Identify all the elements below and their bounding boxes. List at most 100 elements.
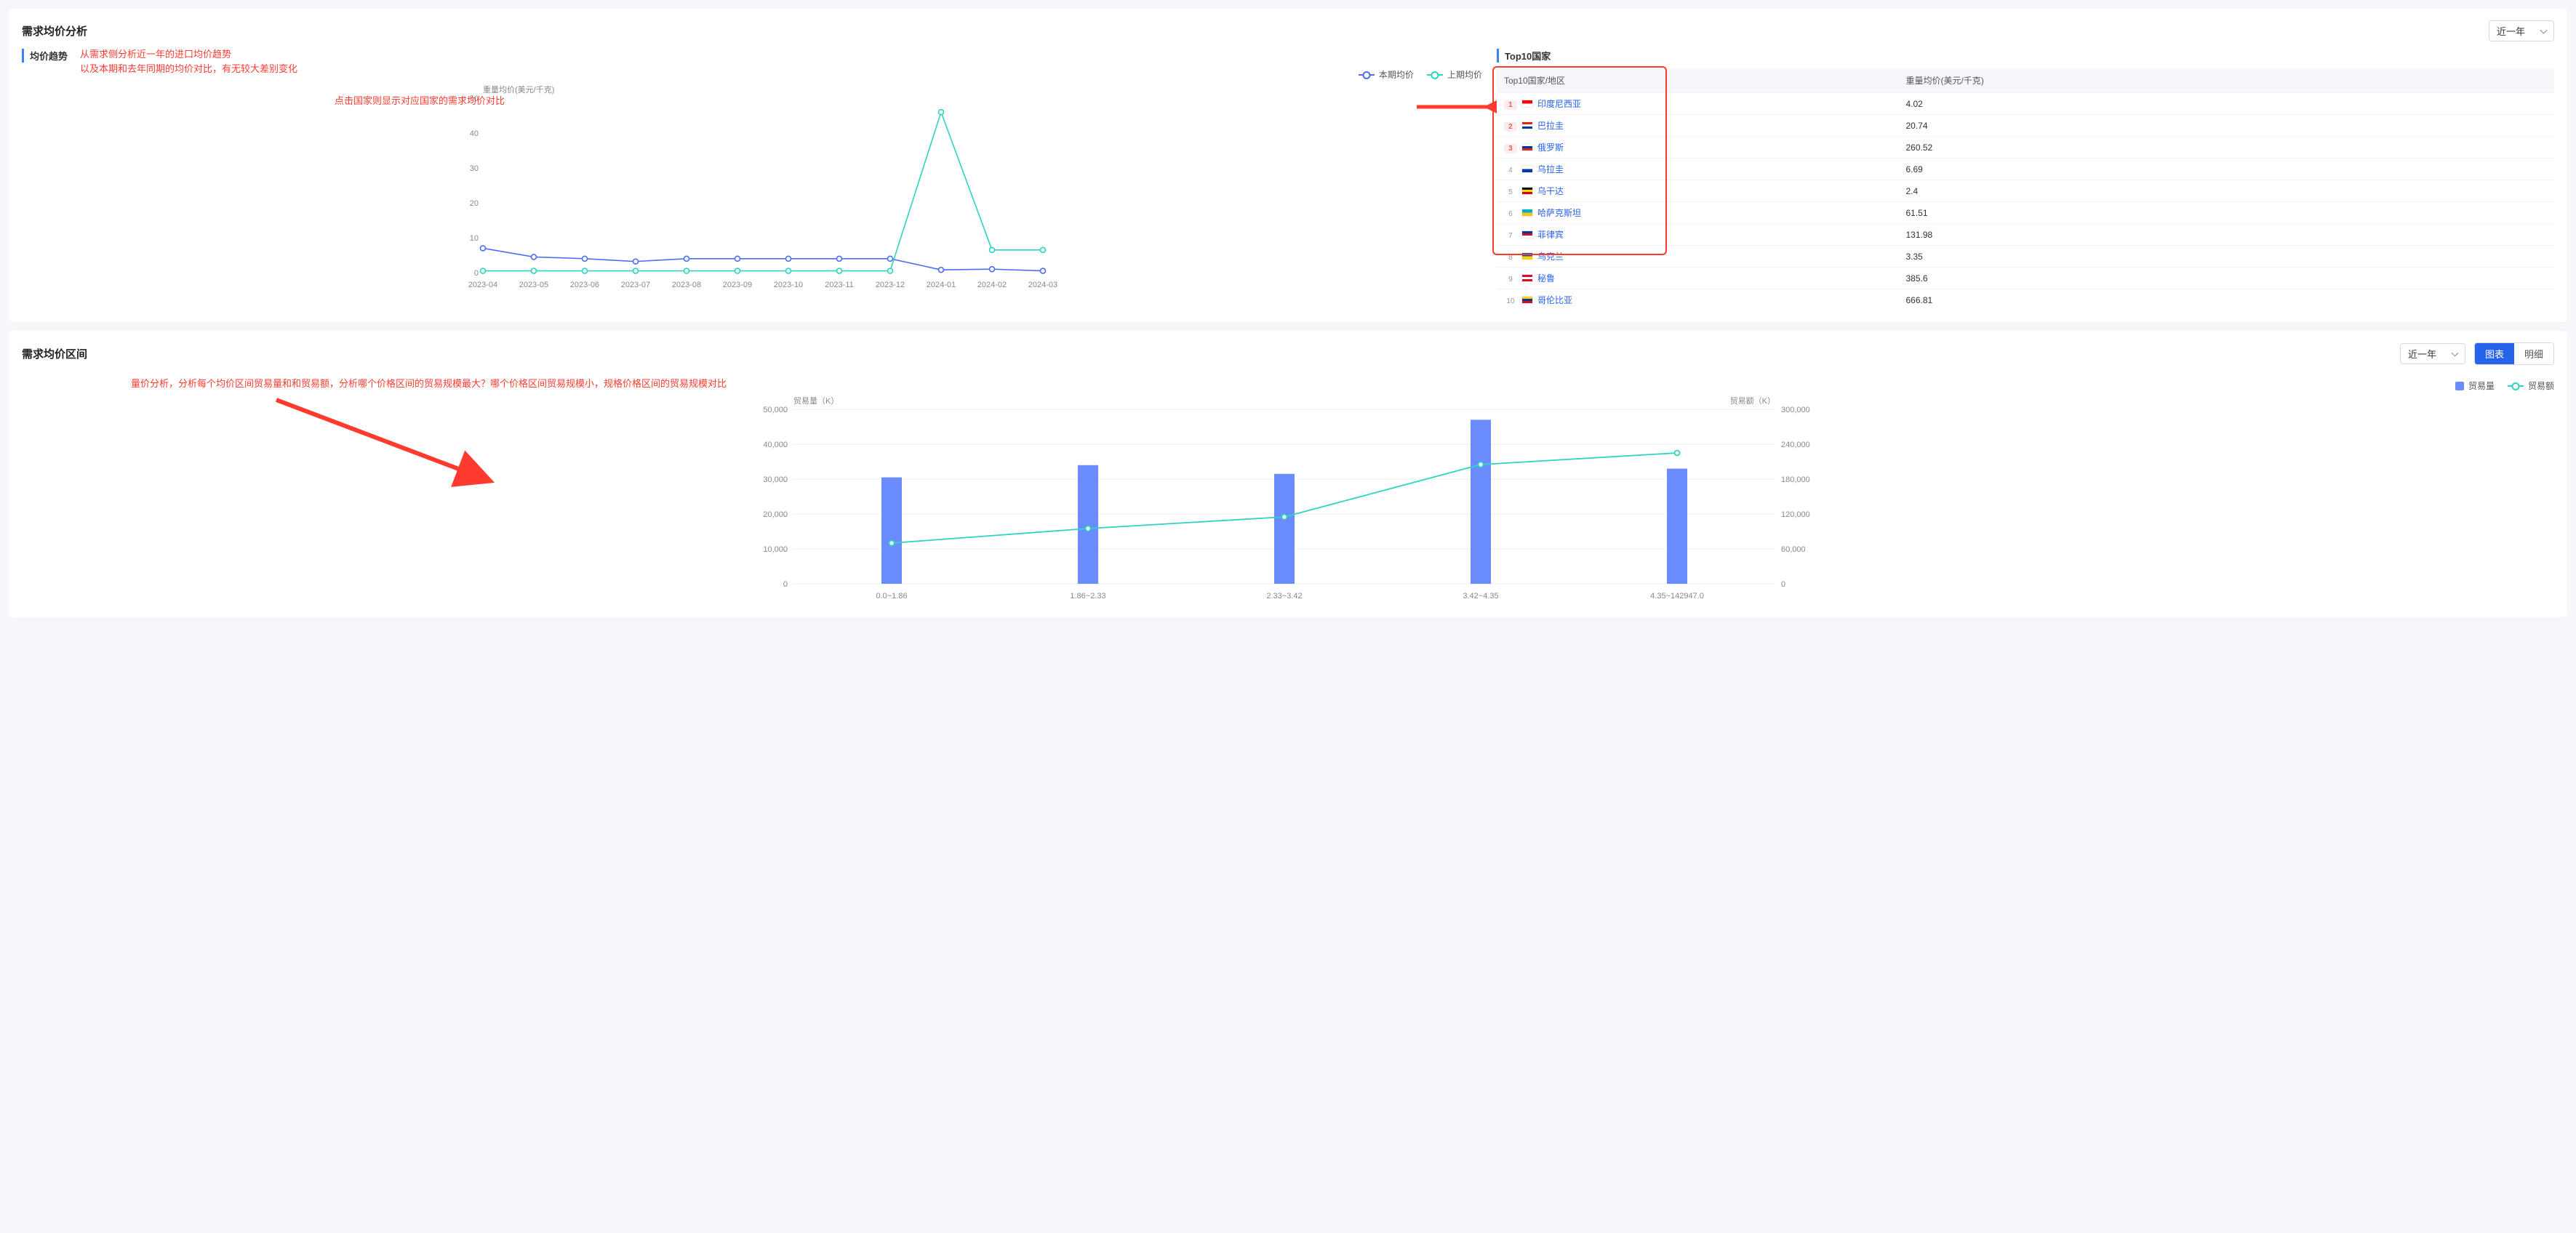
svg-text:2023-12: 2023-12 xyxy=(876,281,905,289)
btn-chart-view[interactable]: 图表 xyxy=(2475,343,2514,364)
svg-text:贸易量（K）: 贸易量（K） xyxy=(793,396,839,406)
rank-badge: 4 xyxy=(1504,166,1517,174)
table-row: 9秘鲁385.6 xyxy=(1497,268,2554,289)
rank-badge: 3 xyxy=(1504,144,1517,153)
top10-table-container: Top10国家 Top10国家/地区 重量均价(美元/千克) 1印度尼西亚4.0… xyxy=(1497,49,2554,310)
svg-text:20: 20 xyxy=(470,199,479,208)
svg-text:3.42~4.35: 3.42~4.35 xyxy=(1463,592,1498,601)
top10-table: Top10国家/地区 重量均价(美元/千克) 1印度尼西亚4.022巴拉圭20.… xyxy=(1497,68,2554,310)
svg-text:2023-05: 2023-05 xyxy=(519,281,548,289)
legend-prev[interactable]: 上期均价 xyxy=(1427,68,1482,81)
svg-text:20,000: 20,000 xyxy=(763,510,788,519)
svg-text:4.35~142947.0: 4.35~142947.0 xyxy=(1650,592,1704,601)
rank-badge: 9 xyxy=(1504,276,1517,284)
svg-text:30,000: 30,000 xyxy=(763,475,788,484)
country-cell[interactable]: 10哥伦比亚 xyxy=(1497,289,1899,311)
flag-icon xyxy=(1521,296,1533,304)
country-cell[interactable]: 3俄罗斯 xyxy=(1497,137,1899,158)
country-cell[interactable]: 7菲律宾 xyxy=(1497,224,1899,246)
price-cell: 666.81 xyxy=(1898,289,2554,311)
rank-badge: 7 xyxy=(1504,232,1517,240)
th-price: 重量均价(美元/千克) xyxy=(1898,68,2554,93)
svg-text:2023-09: 2023-09 xyxy=(723,281,752,289)
svg-text:2023-10: 2023-10 xyxy=(774,281,803,289)
price-cell: 6.69 xyxy=(1898,158,2554,180)
flag-icon xyxy=(1521,274,1533,282)
rank-badge: 5 xyxy=(1504,188,1517,196)
table-row: 7菲律宾131.98 xyxy=(1497,224,2554,246)
th-country: Top10国家/地区 xyxy=(1497,68,1899,93)
svg-text:重量均价(美元/千克): 重量均价(美元/千克) xyxy=(483,84,554,95)
svg-text:0.0~1.86: 0.0~1.86 xyxy=(876,592,907,601)
svg-text:40,000: 40,000 xyxy=(763,441,788,449)
svg-text:30: 30 xyxy=(470,164,479,173)
legend-range: 贸易量 贸易额 xyxy=(22,379,2554,392)
price-cell: 260.52 xyxy=(1898,137,2554,158)
table-row: 10哥伦比亚666.81 xyxy=(1497,289,2554,311)
price-cell: 385.6 xyxy=(1898,268,2554,289)
svg-text:120,000: 120,000 xyxy=(1781,510,1810,519)
svg-text:240,000: 240,000 xyxy=(1781,441,1810,449)
country-cell[interactable]: 4乌拉圭 xyxy=(1497,158,1899,180)
flag-icon xyxy=(1521,209,1533,217)
country-cell[interactable]: 8乌克兰 xyxy=(1497,246,1899,268)
sub-title-top10: Top10国家 xyxy=(1497,49,2554,63)
panel-demand-avg-price: 需求均价分析 近一年 均价趋势 从需求侧分析近一年的进口均价趋势 以及本期和去年… xyxy=(9,9,2567,322)
table-row: 5乌干达2.4 xyxy=(1497,180,2554,202)
svg-text:1.86~2.33: 1.86~2.33 xyxy=(1070,592,1105,601)
svg-text:2023-06: 2023-06 xyxy=(570,281,599,289)
panel2-title: 需求均价区间 xyxy=(22,346,87,361)
rank-badge: 10 xyxy=(1504,297,1517,305)
legend-current[interactable]: .lg-line::after{border-color:inherit} 本期… xyxy=(1359,68,1414,81)
rank-badge: 6 xyxy=(1504,210,1517,218)
svg-text:300,000: 300,000 xyxy=(1781,406,1810,414)
flag-icon xyxy=(1521,187,1533,195)
table-row: 8乌克兰3.35 xyxy=(1497,246,2554,268)
country-cell[interactable]: 6哈萨克斯坦 xyxy=(1497,202,1899,224)
svg-text:2023-08: 2023-08 xyxy=(672,281,701,289)
svg-text:2024-03: 2024-03 xyxy=(1028,281,1057,289)
period-select-2[interactable]: 近一年 xyxy=(2400,343,2465,364)
legend-amount[interactable]: 贸易额 xyxy=(2508,379,2554,392)
panel-price-range: 需求均价区间 近一年 图表 明细 量价分析，分析每个均价区间贸易量和和贸易额，分… xyxy=(9,331,2567,617)
svg-text:2023-07: 2023-07 xyxy=(621,281,650,289)
country-cell[interactable]: 1印度尼西亚 xyxy=(1497,93,1899,115)
flag-icon xyxy=(1521,100,1533,108)
svg-text:180,000: 180,000 xyxy=(1781,475,1810,484)
svg-text:贸易额（K）: 贸易额（K） xyxy=(1730,396,1775,406)
svg-text:0: 0 xyxy=(1781,580,1785,589)
view-toggle: 图表 明细 xyxy=(2474,342,2554,365)
svg-text:50,000: 50,000 xyxy=(763,406,788,414)
price-cell: 61.51 xyxy=(1898,202,2554,224)
legend-trend: .lg-line::after{border-color:inherit} 本期… xyxy=(22,68,1482,81)
svg-text:10: 10 xyxy=(470,234,479,243)
flag-icon xyxy=(1521,252,1533,260)
rank-badge: 2 xyxy=(1504,122,1517,132)
rank-badge: 1 xyxy=(1504,100,1517,110)
svg-text:60,000: 60,000 xyxy=(1781,545,1806,554)
svg-text:50: 50 xyxy=(470,95,479,103)
table-row: 4乌拉圭6.69 xyxy=(1497,158,2554,180)
btn-detail-view[interactable]: 明细 xyxy=(2514,343,2553,364)
trend-line-chart: 010203040502023-042023-052023-062023-072… xyxy=(22,84,1482,294)
price-cell: 131.98 xyxy=(1898,224,2554,246)
country-cell[interactable]: 5乌干达 xyxy=(1497,180,1899,202)
svg-text:2023-11: 2023-11 xyxy=(825,281,854,289)
period-select-1[interactable]: 近一年 xyxy=(2489,20,2554,41)
svg-text:40: 40 xyxy=(470,129,479,138)
country-cell[interactable]: 2巴拉圭 xyxy=(1497,115,1899,137)
flag-icon xyxy=(1521,121,1533,129)
flag-icon xyxy=(1521,165,1533,173)
country-cell[interactable]: 9秘鲁 xyxy=(1497,268,1899,289)
svg-text:2.33~3.42: 2.33~3.42 xyxy=(1266,592,1302,601)
flag-icon xyxy=(1521,230,1533,238)
table-row: 3俄罗斯260.52 xyxy=(1497,137,2554,158)
trend-chart-container: 均价趋势 从需求侧分析近一年的进口均价趋势 以及本期和去年同期的均价对比，有无较… xyxy=(22,49,1482,310)
svg-text:2024-02: 2024-02 xyxy=(977,281,1007,289)
svg-text:0: 0 xyxy=(783,580,788,589)
sub-title-trend: 均价趋势 xyxy=(22,49,1482,63)
legend-volume[interactable]: 贸易量 xyxy=(2455,379,2495,392)
range-bar-chart: 010,00020,00030,00040,00050,000060,00012… xyxy=(22,395,2554,606)
table-row: 2巴拉圭20.74 xyxy=(1497,115,2554,137)
price-cell: 4.02 xyxy=(1898,93,2554,115)
